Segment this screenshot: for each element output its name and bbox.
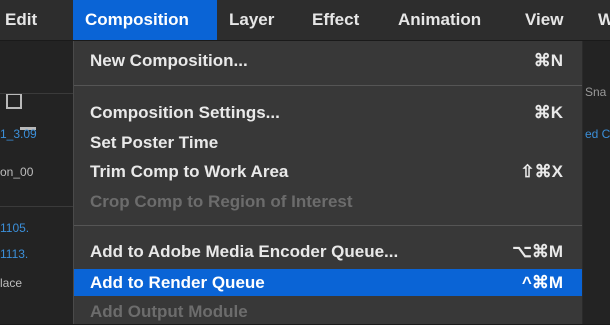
tool-square-icon[interactable] (6, 93, 22, 109)
menu-bar: Edit Composition Layer Effect Animation … (0, 0, 610, 41)
menu-composition[interactable]: Composition (73, 0, 217, 40)
menu-item-label: New Composition... (90, 50, 248, 70)
panel-divider (0, 206, 73, 207)
menu-item-trim-comp[interactable]: Trim Comp to Work Area ⇧⌘X (74, 158, 582, 185)
menu-separator (74, 85, 582, 86)
menu-item-shortcut: ⌥⌘M (512, 241, 563, 261)
menu-item-label: Add to Adobe Media Encoder Queue... (90, 241, 399, 261)
menu-edit[interactable]: Edit (0, 0, 52, 40)
menu-item-shortcut: ⇧⌘X (520, 161, 563, 181)
menu-item-shortcut: ^⌘M (521, 272, 563, 292)
menu-item-shortcut: ⌘N (533, 50, 563, 70)
menu-animation[interactable]: Animation (398, 0, 481, 40)
project-item-text[interactable]: lace (0, 276, 73, 290)
right-panel: Sna ed C (583, 41, 610, 324)
project-panel: 1_3.09 on_00 1105. 1113. lace (0, 41, 73, 324)
menu-item-add-to-render-queue[interactable]: Add to Render Queue ^⌘M (74, 269, 582, 296)
menu-item-crop-comp: Crop Comp to Region of Interest (74, 188, 582, 215)
project-item-text[interactable]: 1113. (0, 247, 73, 261)
menu-item-shortcut: ⌘K (533, 102, 563, 122)
snap-label[interactable]: Sna (585, 85, 606, 99)
project-item-text[interactable]: 1_3.09 (0, 127, 73, 141)
menu-item-label: Add to Render Queue (90, 272, 265, 292)
menu-window[interactable]: W (598, 0, 610, 40)
menu-item-label: Crop Comp to Region of Interest (90, 191, 353, 211)
project-item-text[interactable]: 1105. (0, 221, 73, 235)
menu-effect[interactable]: Effect (312, 0, 359, 40)
right-item-text[interactable]: ed C (585, 127, 610, 141)
menu-layer[interactable]: Layer (229, 0, 274, 40)
menu-view[interactable]: View (525, 0, 563, 40)
menu-item-add-output-module: Add Output Module (74, 298, 582, 325)
menu-separator (74, 225, 582, 226)
menu-item-label: Set Poster Time (90, 132, 219, 152)
menu-item-add-to-media-encoder[interactable]: Add to Adobe Media Encoder Queue... ⌥⌘M (74, 238, 582, 265)
composition-menu: New Composition... ⌘N Composition Settin… (73, 41, 583, 324)
menu-item-label: Composition Settings... (90, 102, 280, 122)
menu-item-composition-settings[interactable]: Composition Settings... ⌘K (74, 99, 582, 126)
project-item-text[interactable]: on_00 (0, 165, 73, 179)
menu-item-set-poster-time[interactable]: Set Poster Time (74, 129, 582, 156)
menu-item-new-composition[interactable]: New Composition... ⌘N (74, 47, 582, 74)
menu-item-label: Add Output Module (90, 301, 248, 321)
panel-divider (0, 93, 73, 94)
menu-item-label: Trim Comp to Work Area (90, 161, 289, 181)
